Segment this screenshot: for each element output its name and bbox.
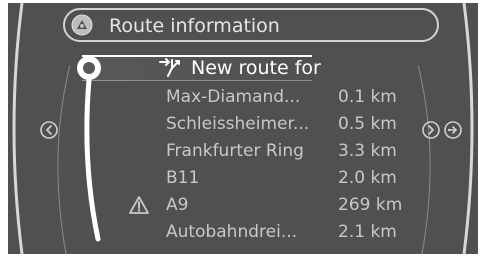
route-distance: 2.1 km <box>338 222 397 242</box>
route-street-name: Frankfurter Ring <box>166 141 304 161</box>
chevron-left-icon[interactable] <box>40 121 58 139</box>
title-bar[interactable]: Route information <box>63 8 439 42</box>
route-row[interactable]: Max-Diamand... 0.1 km <box>8 84 478 110</box>
route-info-icon <box>71 14 93 36</box>
route-fork-icon <box>159 58 180 77</box>
next-page-icon[interactable] <box>444 121 462 139</box>
route-distance: 3.3 km <box>338 141 397 161</box>
route-distance: 0.1 km <box>338 87 397 107</box>
route-street-name: Max-Diamand... <box>166 87 301 107</box>
route-row[interactable]: Frankfurter Ring 3.3 km <box>8 138 478 164</box>
route-row[interactable]: B11 2.0 km <box>8 165 478 191</box>
chevron-right-icon[interactable] <box>422 121 440 139</box>
new-route-label[interactable]: New route for <box>191 55 321 81</box>
route-street-name: Schleissheimer... <box>166 114 310 134</box>
route-distance: 2.0 km <box>338 168 397 188</box>
route-street-name: B11 <box>166 168 200 188</box>
route-street-name: Autobahndrei... <box>166 222 298 242</box>
page-title: Route information <box>109 15 280 37</box>
route-street-name: A9 <box>166 195 189 215</box>
route-distance: 0.5 km <box>338 114 397 134</box>
route-row[interactable]: A9 269 km <box>8 192 478 218</box>
route-row[interactable]: Autobahndrei... 2.1 km <box>8 219 478 245</box>
route-row[interactable]: Schleissheimer... 0.5 km <box>8 111 478 137</box>
route-info-screen: Route information New route for Max-Diam… <box>8 3 478 254</box>
route-distance: 269 km <box>338 195 403 215</box>
warning-triangle-icon <box>129 196 149 214</box>
